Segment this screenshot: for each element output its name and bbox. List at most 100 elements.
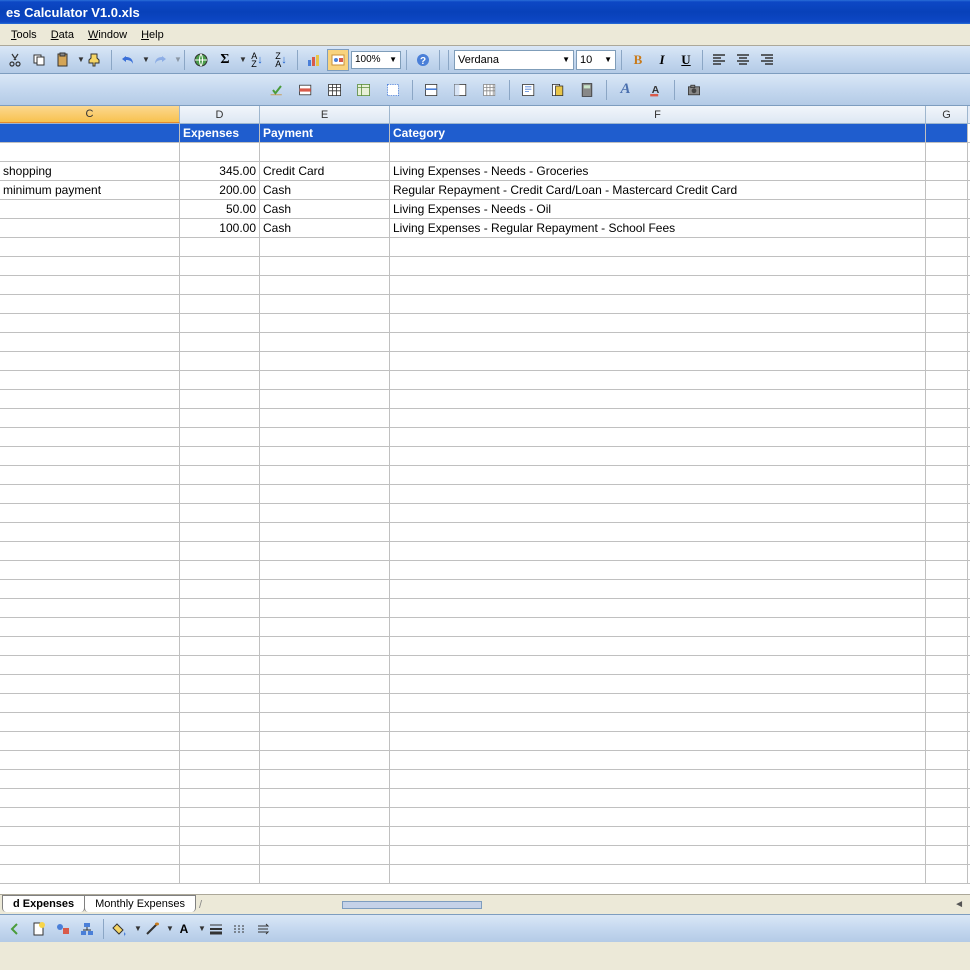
- bt-font-color-button[interactable]: A: [173, 918, 195, 940]
- cell-D[interactable]: [180, 447, 260, 465]
- bt-fill-dropdown-icon[interactable]: ▼: [134, 924, 139, 933]
- cell-E[interactable]: [260, 656, 390, 674]
- cell-E[interactable]: Payment: [260, 124, 390, 142]
- cell-F[interactable]: [390, 504, 926, 522]
- cell-C[interactable]: [0, 371, 180, 389]
- horizontal-scrollbar[interactable]: [342, 901, 482, 909]
- cell-F[interactable]: Living Expenses - Needs - Oil: [390, 200, 926, 218]
- cell-C[interactable]: shopping: [0, 162, 180, 180]
- sheet-tab-2[interactable]: Monthly Expenses: [84, 895, 196, 912]
- menu-tools[interactable]: Tools: [4, 27, 44, 43]
- align-left-button[interactable]: [708, 49, 730, 71]
- redo-button[interactable]: [149, 49, 171, 71]
- cell-G[interactable]: [926, 200, 968, 218]
- cell-F[interactable]: [390, 314, 926, 332]
- cell-C[interactable]: [0, 713, 180, 731]
- cell-G[interactable]: [926, 504, 968, 522]
- cell-E[interactable]: [260, 314, 390, 332]
- menu-data[interactable]: Data: [44, 27, 81, 43]
- cell-D[interactable]: [180, 333, 260, 351]
- cell-G[interactable]: [926, 428, 968, 446]
- cell-G[interactable]: [926, 599, 968, 617]
- cell-D[interactable]: [180, 580, 260, 598]
- cell-G[interactable]: [926, 637, 968, 655]
- cell-C[interactable]: [0, 827, 180, 845]
- bt-arrow-style-button[interactable]: [253, 918, 275, 940]
- cell-F[interactable]: [390, 295, 926, 313]
- cell-G[interactable]: [926, 314, 968, 332]
- cell-E[interactable]: [260, 637, 390, 655]
- cell-C[interactable]: [0, 333, 180, 351]
- cell-E[interactable]: [260, 371, 390, 389]
- cell-C[interactable]: [0, 656, 180, 674]
- cell-G[interactable]: [926, 827, 968, 845]
- cell-F[interactable]: [390, 656, 926, 674]
- chart-button[interactable]: [303, 49, 325, 71]
- cell-G[interactable]: [926, 276, 968, 294]
- cell-G[interactable]: [926, 542, 968, 560]
- cell-C[interactable]: [0, 124, 180, 142]
- bt-new-button[interactable]: [28, 918, 50, 940]
- cell-C[interactable]: [0, 542, 180, 560]
- copy-button[interactable]: [28, 49, 50, 71]
- cell-G[interactable]: [926, 143, 968, 161]
- menu-help[interactable]: Help: [134, 27, 171, 43]
- cell-D[interactable]: [180, 865, 260, 883]
- cell-C[interactable]: [0, 599, 180, 617]
- cell-G[interactable]: [926, 808, 968, 826]
- tb2-delete-row-button[interactable]: [293, 77, 319, 103]
- cell-D[interactable]: 345.00: [180, 162, 260, 180]
- cell-D[interactable]: [180, 561, 260, 579]
- underline-button[interactable]: U: [675, 49, 697, 71]
- cell-D[interactable]: [180, 143, 260, 161]
- cell-F[interactable]: [390, 732, 926, 750]
- cell-C[interactable]: [0, 789, 180, 807]
- cell-C[interactable]: [0, 523, 180, 541]
- bt-back-button[interactable]: [4, 918, 26, 940]
- cell-G[interactable]: [926, 447, 968, 465]
- cell-F[interactable]: [390, 751, 926, 769]
- cell-E[interactable]: [260, 808, 390, 826]
- tb2-validate-button[interactable]: [264, 77, 290, 103]
- cell-E[interactable]: [260, 523, 390, 541]
- cell-D[interactable]: [180, 808, 260, 826]
- cell-E[interactable]: [260, 276, 390, 294]
- cell-C[interactable]: [0, 675, 180, 693]
- cell-G[interactable]: [926, 694, 968, 712]
- cell-E[interactable]: [260, 580, 390, 598]
- bt-org-button[interactable]: [76, 918, 98, 940]
- cell-C[interactable]: [0, 219, 180, 237]
- cell-D[interactable]: [180, 276, 260, 294]
- tb2-pivot-button[interactable]: [448, 77, 474, 103]
- cell-F[interactable]: [390, 466, 926, 484]
- cell-D[interactable]: 50.00: [180, 200, 260, 218]
- cell-E[interactable]: [260, 352, 390, 370]
- scroll-left-icon[interactable]: ◄: [954, 899, 964, 910]
- cell-F[interactable]: Living Expenses - Needs - Groceries: [390, 162, 926, 180]
- cell-D[interactable]: [180, 846, 260, 864]
- cell-F[interactable]: [390, 637, 926, 655]
- cell-C[interactable]: [0, 352, 180, 370]
- cell-C[interactable]: [0, 770, 180, 788]
- col-header-F[interactable]: F: [390, 106, 926, 123]
- cell-C[interactable]: [0, 751, 180, 769]
- tb2-calc-button[interactable]: [574, 77, 600, 103]
- cell-F[interactable]: [390, 523, 926, 541]
- cell-D[interactable]: 200.00: [180, 181, 260, 199]
- cell-F[interactable]: [390, 713, 926, 731]
- cell-G[interactable]: [926, 371, 968, 389]
- cell-F[interactable]: [390, 561, 926, 579]
- cell-E[interactable]: [260, 618, 390, 636]
- cell-D[interactable]: [180, 409, 260, 427]
- cell-E[interactable]: [260, 409, 390, 427]
- cell-C[interactable]: [0, 428, 180, 446]
- cell-C[interactable]: [0, 276, 180, 294]
- cell-E[interactable]: [260, 675, 390, 693]
- cell-G[interactable]: [926, 713, 968, 731]
- cell-E[interactable]: [260, 789, 390, 807]
- cell-C[interactable]: [0, 732, 180, 750]
- cell-E[interactable]: [260, 257, 390, 275]
- cell-E[interactable]: [260, 865, 390, 883]
- cell-F[interactable]: [390, 580, 926, 598]
- cell-D[interactable]: [180, 485, 260, 503]
